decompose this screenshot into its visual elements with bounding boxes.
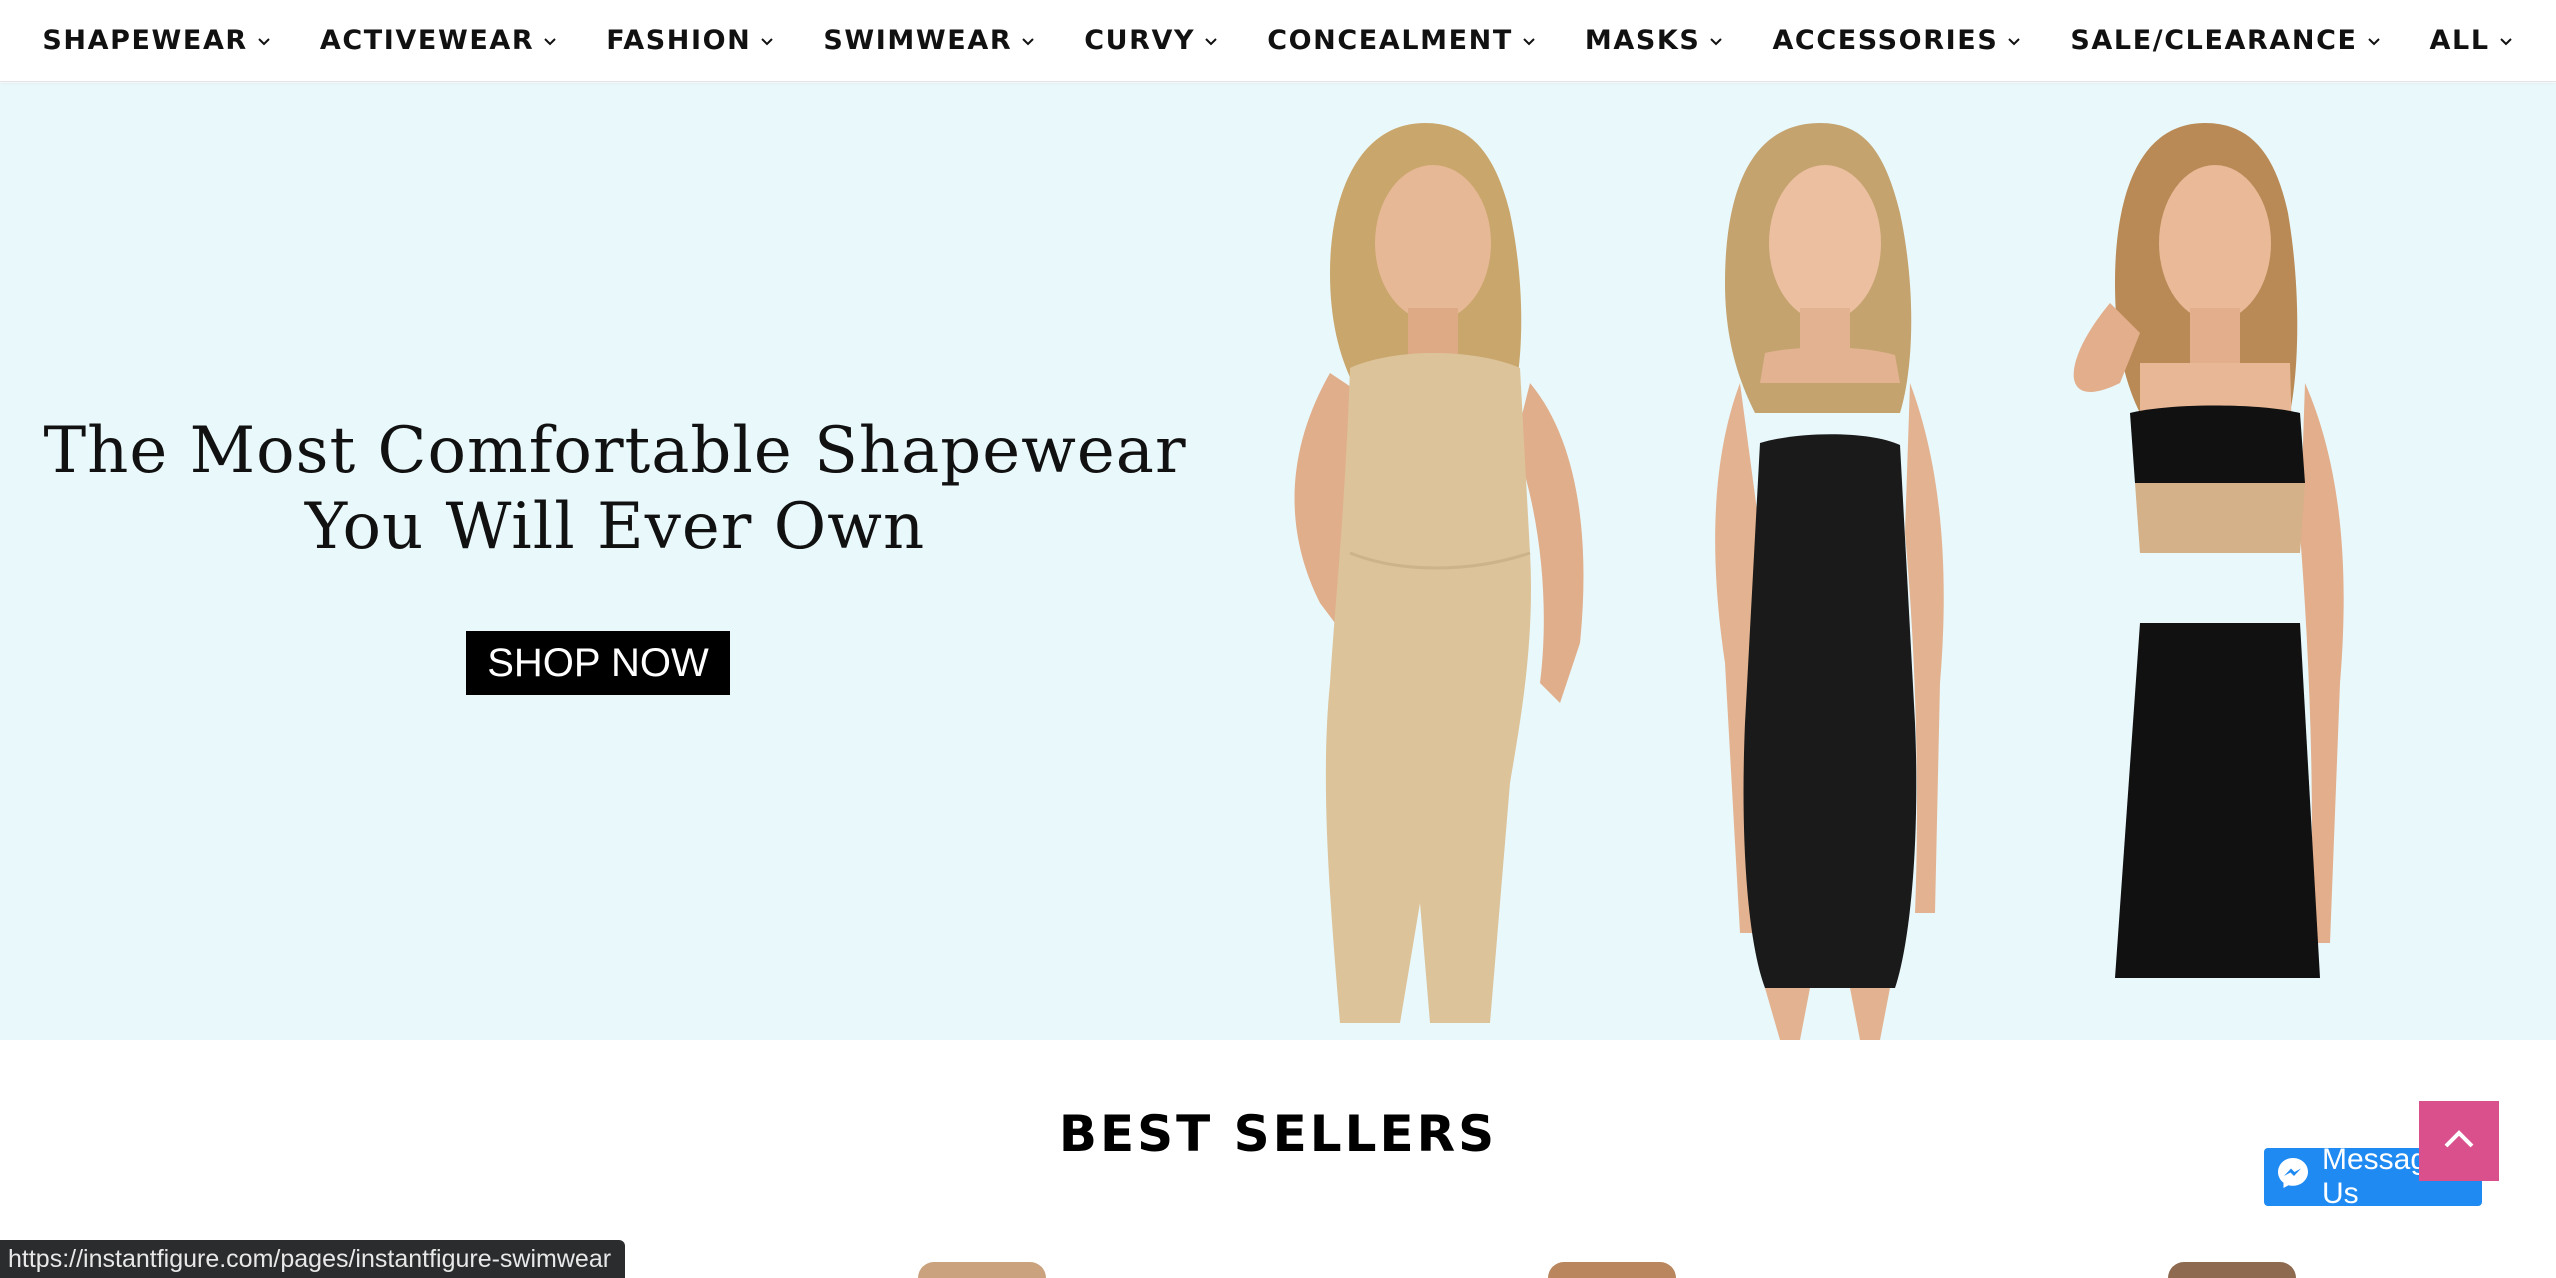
model-black-skirt: [2073, 123, 2344, 978]
hero-title-line2: You Will Ever Own: [304, 490, 926, 564]
hero-title-line1: The Most Comfortable Shapewear: [43, 414, 1187, 488]
nav-item-accessories[interactable]: ACCESSORIES: [1772, 25, 2022, 56]
hero-banner[interactable]: The Most Comfortable Shapewear You Will …: [0, 83, 2556, 1040]
browser-status-bar: https://instantfigure.com/pages/instantf…: [0, 1240, 626, 1278]
chevron-up-icon: [2442, 1128, 2476, 1154]
product-thumbnail[interactable]: [1548, 1262, 1676, 1278]
nav-item-concealment[interactable]: CONCEALMENT: [1267, 25, 1537, 56]
hero-text-block: The Most Comfortable Shapewear You Will …: [40, 413, 1190, 565]
nav-label: ALL: [2429, 25, 2490, 56]
scroll-to-top-button[interactable]: [2419, 1101, 2499, 1181]
chevron-down-icon: [542, 33, 558, 49]
main-navigation: SHAPEWEAR ACTIVEWEAR FASHION SWIMWEAR CU…: [0, 0, 2556, 82]
nav-item-shapewear[interactable]: SHAPEWEAR: [42, 25, 271, 56]
chevron-down-icon: [1203, 33, 1219, 49]
best-sellers-heading: BEST SELLERS: [1058, 1105, 1498, 1163]
shop-now-button[interactable]: SHOP NOW: [466, 631, 730, 695]
nav-label: SHAPEWEAR: [42, 25, 248, 56]
chevron-down-icon: [1020, 33, 1036, 49]
chevron-down-icon: [2366, 33, 2382, 49]
nav-item-swimwear[interactable]: SWIMWEAR: [823, 25, 1036, 56]
nav-label: ACTIVEWEAR: [319, 25, 535, 56]
chevron-down-icon: [1521, 33, 1537, 49]
nav-item-fashion[interactable]: FASHION: [606, 25, 775, 56]
nav-label: MASKS: [1584, 25, 1701, 56]
chevron-down-icon: [2498, 33, 2514, 49]
nav-label: SALE/CLEARANCE: [2070, 25, 2358, 56]
chevron-down-icon: [1708, 33, 1724, 49]
nav-item-masks[interactable]: MASKS: [1585, 25, 1725, 56]
chevron-down-icon: [759, 33, 775, 49]
hero-models-image: [1180, 83, 2556, 1040]
nav-label: SWIMWEAR: [823, 25, 1013, 56]
nav-item-all[interactable]: ALL: [2430, 25, 2514, 56]
nav-item-sale-clearance[interactable]: SALE/CLEARANCE: [2070, 25, 2381, 56]
hero-title: The Most Comfortable Shapewear You Will …: [40, 413, 1190, 565]
nav-item-activewear[interactable]: ACTIVEWEAR: [320, 25, 558, 56]
nav-label: CURVY: [1084, 25, 1196, 56]
product-thumbnail[interactable]: [2168, 1262, 2296, 1278]
chevron-down-icon: [256, 33, 272, 49]
nav-item-curvy[interactable]: CURVY: [1084, 25, 1219, 56]
messenger-icon: [2276, 1156, 2310, 1198]
nav-label: ACCESSORIES: [1772, 25, 1999, 56]
nav-label: CONCEALMENT: [1267, 25, 1513, 56]
nav-label: FASHION: [606, 25, 752, 56]
product-thumbnail[interactable]: [918, 1262, 1046, 1278]
chevron-down-icon: [2006, 33, 2022, 49]
